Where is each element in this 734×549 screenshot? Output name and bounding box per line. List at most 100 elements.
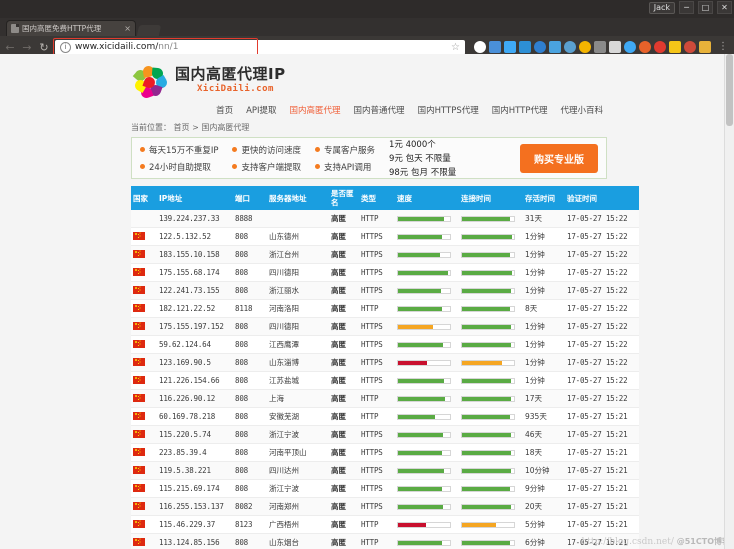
pen-icon[interactable] — [699, 41, 711, 53]
cell-speed — [395, 515, 459, 534]
cell-country — [131, 425, 157, 444]
col-verify-time[interactable]: 验证时间 — [565, 186, 639, 210]
cell-port: 808 — [233, 353, 267, 372]
bookmark-manager-icon[interactable] — [489, 41, 501, 53]
progress-bar — [461, 431, 515, 438]
scrollbar-thumb[interactable] — [726, 54, 733, 126]
buy-pro-button[interactable]: 购买专业版 — [520, 143, 598, 173]
cell-type: HTTPS — [359, 497, 395, 516]
table-row[interactable]: 115.220.5.74 808 浙江宁波 高匿 HTTPS 46天 17-05-27 15… — [131, 425, 639, 444]
brand-title: 国内高匿代理IP — [175, 65, 286, 83]
cell-alive-time: 1分钟 — [523, 227, 565, 246]
progress-bar — [397, 251, 451, 258]
site-nav-item-2[interactable]: 国内高匿代理 — [290, 104, 341, 116]
table-row[interactable]: 175.155.68.174 808 四川德阳 高匿 HTTPS 1分钟 17-05-27 … — [131, 263, 639, 282]
col-country[interactable]: 国家 — [131, 186, 157, 210]
cell-ip: 116.226.90.12 — [157, 389, 233, 408]
price-list: 1元 4000个 9元 包天 不限量 98元 包月 不限量 — [389, 138, 456, 178]
chrome-menu-icon[interactable]: ⋮ — [716, 42, 730, 52]
cell-connect-time — [459, 479, 523, 498]
cell-type: HTTP — [359, 515, 395, 534]
reload-icon[interactable]: ↻ — [38, 41, 50, 54]
table-row[interactable]: 115.46.229.37 8123 广西梧州 高匿 HTTP 5分钟 17-05-27 1… — [131, 515, 639, 534]
site-nav-item-4[interactable]: 国内HTTPS代理 — [418, 104, 479, 116]
site-nav-item-3[interactable]: 国内普通代理 — [354, 104, 405, 116]
s-badge-icon[interactable] — [609, 41, 621, 53]
cell-connect-time — [459, 353, 523, 372]
col-ip[interactable]: IP地址 — [157, 186, 233, 210]
new-tab-button[interactable] — [136, 25, 162, 36]
cell-server-address: 河南平顶山 — [267, 443, 329, 462]
cell-type: HTTPS — [359, 425, 395, 444]
site-info-icon[interactable]: i — [60, 41, 71, 53]
cell-server-address: 河南洛阳 — [267, 299, 329, 318]
orange-dot-icon[interactable] — [639, 41, 651, 53]
compass-icon[interactable] — [624, 41, 636, 53]
camera-icon[interactable] — [684, 41, 696, 53]
star-icon[interactable] — [594, 41, 606, 53]
address-bar[interactable]: i www.xicidaili.com/nn/1 ☆ — [53, 37, 465, 57]
globe-icon[interactable] — [564, 41, 576, 53]
table-row[interactable]: 121.226.154.66 808 江苏盐城 高匿 HTTPS 1分钟 17-05-27 … — [131, 371, 639, 390]
close-button[interactable]: ✕ — [717, 1, 732, 14]
col-alive-time[interactable]: 存活时间 — [523, 186, 565, 210]
proxy-switch-icon[interactable] — [519, 41, 531, 53]
cell-ip: 115.46.229.37 — [157, 515, 233, 534]
table-row[interactable]: 115.215.69.174 808 浙江宁波 高匿 HTTPS 9分钟 17-05-27 … — [131, 479, 639, 498]
tab-active[interactable]: 国内高匿免费HTTP代理 × — [6, 20, 136, 36]
site-logo-icon[interactable] — [132, 65, 170, 100]
table-row[interactable]: 123.169.90.5 808 山东淄博 高匿 HTTPS 1分钟 17-05-27 15… — [131, 353, 639, 372]
bullet-icon — [232, 147, 238, 152]
download-icon[interactable] — [549, 41, 561, 53]
site-nav-item-0[interactable]: 首页 — [216, 104, 233, 116]
chrome-icon[interactable] — [579, 41, 591, 53]
table-row[interactable]: 116.226.90.12 808 上海 高匿 HTTP 17天 17-05-27 15:2… — [131, 389, 639, 408]
cell-country — [131, 335, 157, 354]
maximize-button[interactable]: □ — [698, 1, 713, 14]
table-row[interactable]: 122.241.73.155 808 浙江丽水 高匿 HTTPS 1分钟 17-05-27 … — [131, 281, 639, 300]
table-row[interactable]: 116.255.153.137 8082 河南郑州 高匿 HTTPS 20天 17-05-2… — [131, 497, 639, 516]
cell-country — [131, 443, 157, 462]
col-type[interactable]: 类型 — [359, 186, 395, 210]
table-row[interactable]: 223.85.39.4 808 河南平顶山 高匿 HTTPS 18天 17-05-27 15… — [131, 443, 639, 462]
blue-dot-icon[interactable] — [534, 41, 546, 53]
translate-icon[interactable] — [669, 41, 681, 53]
cell-port: 808 — [233, 443, 267, 462]
cell-speed — [395, 425, 459, 444]
tab-close-icon[interactable]: × — [124, 24, 131, 33]
record-icon[interactable] — [654, 41, 666, 53]
user-profile-label[interactable]: Jack — [648, 1, 675, 14]
table-row[interactable]: 60.169.78.218 808 安徽芜湖 高匿 HTTP 935天 17-05-27 1… — [131, 407, 639, 426]
progress-bar — [397, 377, 451, 384]
site-nav-item-5[interactable]: 国内HTTP代理 — [492, 104, 548, 116]
col-connect-time[interactable]: 连接时间 — [459, 186, 523, 210]
shield-icon[interactable] — [504, 41, 516, 53]
table-row[interactable]: 59.62.124.64 808 江西鹰潭 高匿 HTTPS 1分钟 17-05-27 15… — [131, 335, 639, 354]
back-icon[interactable]: ← — [4, 41, 16, 54]
progress-bar — [461, 233, 515, 240]
cell-speed — [395, 371, 459, 390]
table-row[interactable]: 175.155.197.152 808 四川德阳 高匿 HTTPS 1分钟 17-05-27… — [131, 317, 639, 336]
extension-tray — [470, 41, 711, 53]
bookmark-star-icon[interactable]: ☆ — [451, 42, 460, 53]
table-row[interactable]: 113.124.85.156 808 山东烟台 高匿 HTTP 6分钟 17-05-27 1… — [131, 533, 639, 549]
col-port[interactable]: 端口 — [233, 186, 267, 210]
cell-port: 8118 — [233, 299, 267, 318]
site-nav-item-1[interactable]: API提取 — [246, 104, 276, 116]
site-nav-item-6[interactable]: 代理小百科 — [560, 104, 603, 116]
col-server-address[interactable]: 服务器地址 — [267, 186, 329, 210]
forward-icon[interactable]: → — [21, 41, 33, 54]
table-row[interactable]: 122.5.132.52 808 山东德州 高匿 HTTPS 1分钟 17-05-27 15… — [131, 227, 639, 246]
table-row[interactable]: 139.224.237.33 8888 高匿 HTTP 31天 17-05-27 15:2… — [131, 210, 639, 228]
opera-icon[interactable] — [474, 41, 486, 53]
table-row[interactable]: 183.155.10.158 808 浙江台州 高匿 HTTPS 1分钟 17-05-27 … — [131, 245, 639, 264]
table-row[interactable]: 182.121.22.52 8118 河南洛阳 高匿 HTTP 8天 17-05-27 15… — [131, 299, 639, 318]
col-speed[interactable]: 速度 — [395, 186, 459, 210]
col-anonymous[interactable]: 是否匿名 — [329, 186, 359, 210]
table-row[interactable]: 119.5.38.221 808 四川达州 高匿 HTTPS 10分钟 17-05-27 1… — [131, 461, 639, 480]
cell-type: HTTPS — [359, 263, 395, 282]
progress-bar — [461, 449, 515, 456]
vertical-scrollbar[interactable] — [724, 54, 734, 549]
promo-column-1: 每天15万不重复IP 24小时自助提取 — [140, 144, 218, 173]
minimize-button[interactable]: ─ — [679, 1, 694, 14]
